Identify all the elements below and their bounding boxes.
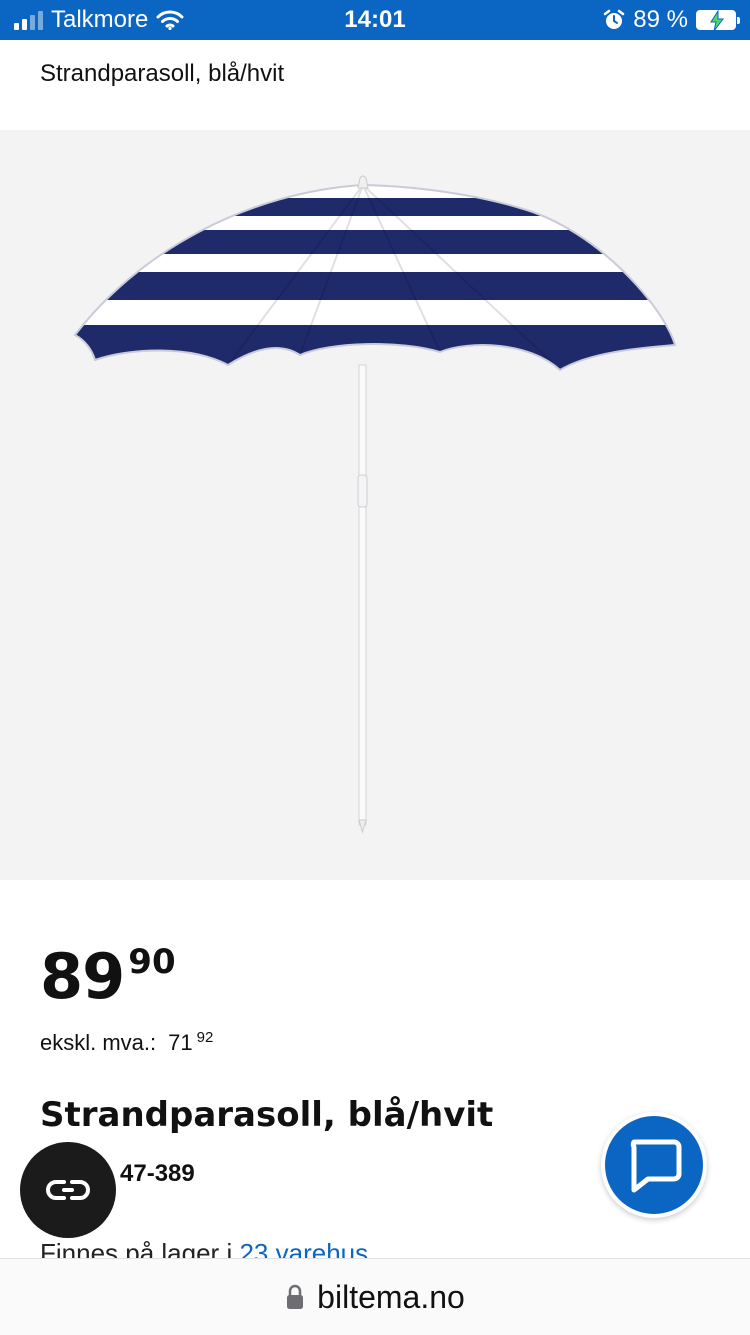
article-number-value: 47-389 [120,1160,195,1187]
alarm-icon [604,9,625,29]
product-name: Strandparasoll, blå/hvit [40,1095,494,1135]
url-text: biltema.no [317,1278,465,1315]
browser-address-bar[interactable]: biltema.no [0,1258,750,1335]
battery-percent: 89 % [633,6,688,33]
vat-label: ekskl. mva.: [40,1030,157,1055]
price-decimals: 90 [128,942,176,982]
battery-icon [696,10,740,32]
chat-button[interactable] [601,1112,707,1218]
product-image[interactable] [0,130,750,880]
price-main: 89 [40,940,125,1013]
vat-price-main: 71 [168,1030,193,1055]
vat-price: ekskl. mva.: 71 92 [40,1029,214,1056]
status-bar: Talkmore 14:01 89 % [0,0,750,40]
vat-price-decimals: 92 [196,1029,214,1046]
compare-button[interactable] [20,1142,116,1238]
lock-icon [287,1284,304,1309]
beach-umbrella-image [73,175,677,834]
price: 89 90 [40,942,176,1012]
page-header: Strandparasoll, blå/hvit [0,40,750,130]
status-right: 89 % [603,6,740,34]
chat-icon [630,1139,682,1193]
page-title: Strandparasoll, blå/hvit [40,60,285,87]
compare-icon [46,1180,90,1200]
